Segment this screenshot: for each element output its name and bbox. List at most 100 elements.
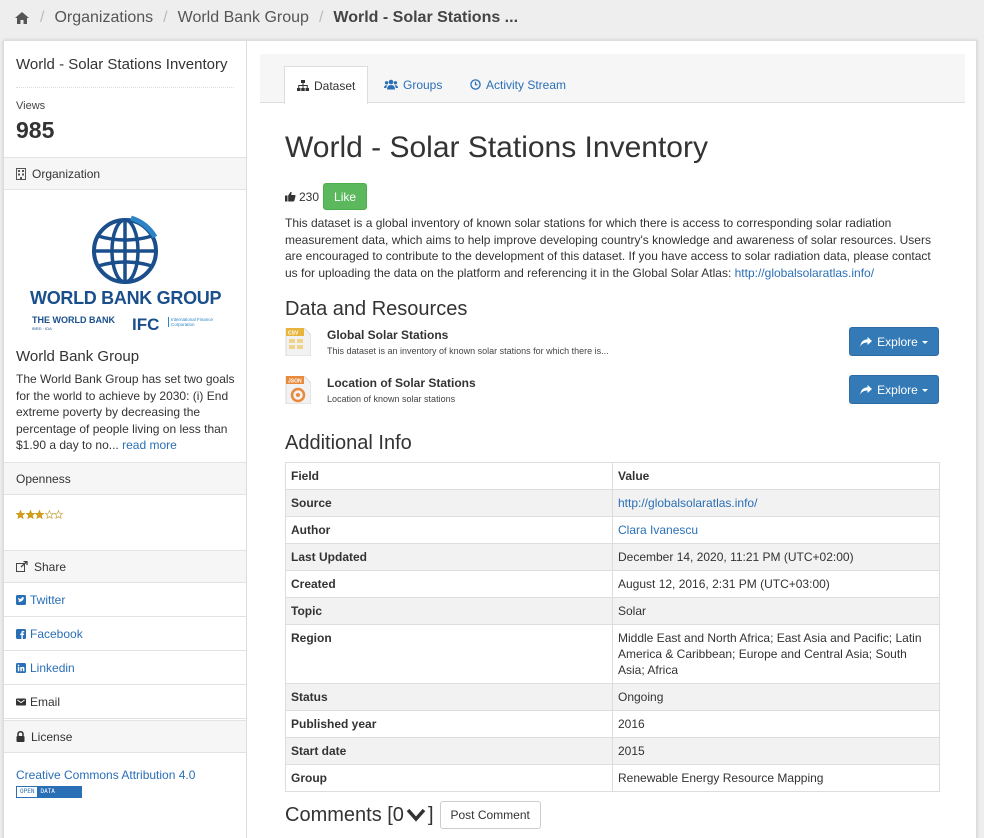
breadcrumb-organizations[interactable]: Organizations	[54, 9, 153, 27]
tab-dataset[interactable]: Dataset	[284, 66, 369, 104]
caret-down-icon	[921, 341, 928, 344]
comments-heading: Comments [0	[285, 803, 404, 826]
field-cell: Group	[285, 764, 613, 792]
like-button[interactable]: Like	[323, 183, 368, 210]
breadcrumb-separator: /	[318, 9, 324, 26]
clock-icon	[470, 79, 481, 90]
additional-info-table: Field Value Source http://globalsolaratla…	[285, 462, 940, 792]
table-row: Source http://globalsolaratlas.info/	[285, 489, 940, 517]
org-logo[interactable]: WORLD BANK GROUP THE WORLD BANK IBRD · I…	[28, 213, 224, 334]
table-row: Author Clara Ivanescu	[285, 516, 940, 544]
resource-item[interactable]: CSV Global Solar Stations This dataset i…	[285, 327, 945, 362]
explore-button[interactable]: Explore	[849, 327, 939, 356]
json-file-icon: JSON	[285, 376, 311, 404]
resources-heading: Data and Resources	[285, 298, 468, 320]
value-cell: August 12, 2016, 2:31 PM (UTC+03:00)	[612, 570, 940, 598]
star-empty-icon	[54, 510, 63, 519]
resource-item[interactable]: JSON Location of Solar Stations Location…	[285, 375, 945, 410]
share-email[interactable]: Email	[4, 685, 246, 719]
post-comment-button[interactable]: Post Comment	[439, 801, 541, 829]
table-row: Published year 2016	[285, 710, 940, 738]
org-description: The World Bank Group has set two goals f…	[16, 371, 238, 454]
building-icon	[16, 167, 26, 180]
table-row: Last Updated December 14, 2020, 11:21 PM …	[285, 543, 940, 571]
value-cell: Clara Ivanescu	[612, 516, 940, 544]
sidebar-dataset-title: World - Solar Stations Inventory	[16, 56, 234, 88]
star-empty-icon	[44, 510, 54, 519]
table-row: Group Renewable Energy Resource Mapping	[285, 764, 940, 792]
resource-title[interactable]: Location of Solar Stations	[327, 376, 476, 390]
organization-heading-label: Organization	[32, 166, 101, 181]
global-solar-atlas-link[interactable]: http://globalsolaratlas.info/	[735, 266, 874, 280]
comments-heading-end: ]	[427, 803, 434, 826]
field-cell: Created	[285, 570, 613, 598]
field-cell: Start date	[285, 737, 613, 765]
value-cell: Ongoing	[612, 683, 940, 711]
views-label: Views	[16, 100, 46, 112]
thumbs-up-icon	[285, 191, 296, 202]
share-arrow-icon	[860, 384, 873, 394]
twitter-icon	[16, 594, 26, 605]
caret-down-icon	[921, 389, 928, 392]
field-cell: Last Updated	[285, 543, 613, 571]
breadcrumb-world-bank-group[interactable]: World Bank Group	[178, 9, 309, 27]
license-heading-label: License	[31, 729, 73, 744]
tab-activity-stream-label: Activity Stream	[486, 77, 567, 92]
tab-dataset-label: Dataset	[314, 78, 356, 93]
tab-groups[interactable]: Groups	[372, 66, 454, 103]
share-facebook[interactable]: Facebook	[4, 617, 246, 651]
tab-activity-stream[interactable]: Activity Stream	[458, 66, 578, 103]
open-data-badge[interactable]: OPEN DATA	[16, 786, 82, 798]
chevron-down-icon[interactable]	[406, 808, 426, 822]
world-bank-group-logo-text: WORLD BANK GROUP	[30, 288, 222, 308]
table-row: Topic Solar	[285, 597, 940, 625]
like-count: 230	[299, 189, 320, 204]
share-linkedin-label: Linkedin	[30, 660, 75, 675]
explore-button-label: Explore	[877, 382, 918, 397]
column-header-value: Value	[612, 462, 940, 490]
value-cell: 2015	[612, 737, 940, 765]
explore-button-label: Explore	[877, 334, 918, 349]
likes-bar: 230 Like	[285, 183, 368, 210]
value-cell: December 14, 2020, 11:21 PM (UTC+02:00)	[612, 543, 940, 571]
resource-description: This dataset is an inventory of known so…	[327, 346, 609, 356]
table-row: Region Middle East and North Africa; East…	[285, 624, 940, 684]
comments-section: Comments [0 ] Post Comment	[285, 801, 541, 829]
tab-groups-label: Groups	[403, 77, 443, 92]
facebook-icon	[16, 628, 26, 639]
value-cell: Solar	[612, 597, 940, 625]
openness-heading: Openness	[4, 462, 246, 495]
field-cell: Published year	[285, 710, 613, 738]
explore-button[interactable]: Explore	[849, 375, 939, 404]
star-filled-icon	[16, 510, 25, 519]
field-cell: Region	[285, 624, 613, 684]
json-file-format-label: JSON	[288, 379, 302, 385]
openness-rating	[16, 510, 64, 519]
open-data-badge-data: DATA	[37, 787, 81, 797]
value-link[interactable]: http://globalsolaratlas.info/	[618, 496, 757, 510]
openness-heading-label: Openness	[16, 471, 71, 486]
share-arrow-icon	[860, 336, 873, 346]
dataset-description: This dataset is a global inventory of kn…	[285, 215, 945, 281]
field-cell: Topic	[285, 597, 613, 625]
breadcrumb-current[interactable]: World - Solar Stations ...	[333, 9, 518, 27]
home-link[interactable]	[14, 11, 30, 25]
value-cell: http://globalsolaratlas.info/	[612, 489, 940, 517]
breadcrumb: / Organizations / World Bank Group / Wor…	[0, 0, 984, 36]
license-link[interactable]: Creative Commons Attribution 4.0	[16, 768, 195, 782]
sidebar: World - Solar Stations Inventory Views 9…	[4, 41, 247, 838]
resource-title[interactable]: Global Solar Stations	[327, 328, 448, 342]
value-link[interactable]: Clara Ivanescu	[618, 523, 698, 537]
share-linkedin[interactable]: Linkedin	[4, 651, 246, 685]
open-data-badge-open: OPEN	[17, 787, 38, 797]
additional-info-heading: Additional Info	[285, 432, 412, 454]
share-heading: Share	[4, 550, 246, 583]
field-cell: Source	[285, 489, 613, 517]
share-facebook-label: Facebook	[30, 626, 83, 641]
ifc-full-name-logo-text: International Finance Corporation	[168, 317, 224, 327]
page-wrapper: World - Solar Stations Inventory Views 9…	[3, 40, 977, 838]
value-cell: Renewable Energy Resource Mapping	[612, 764, 940, 792]
read-more-link[interactable]: read more	[122, 438, 177, 452]
table-row: Created August 12, 2016, 2:31 PM (UTC+03:…	[285, 570, 940, 598]
share-twitter[interactable]: Twitter	[4, 583, 246, 617]
